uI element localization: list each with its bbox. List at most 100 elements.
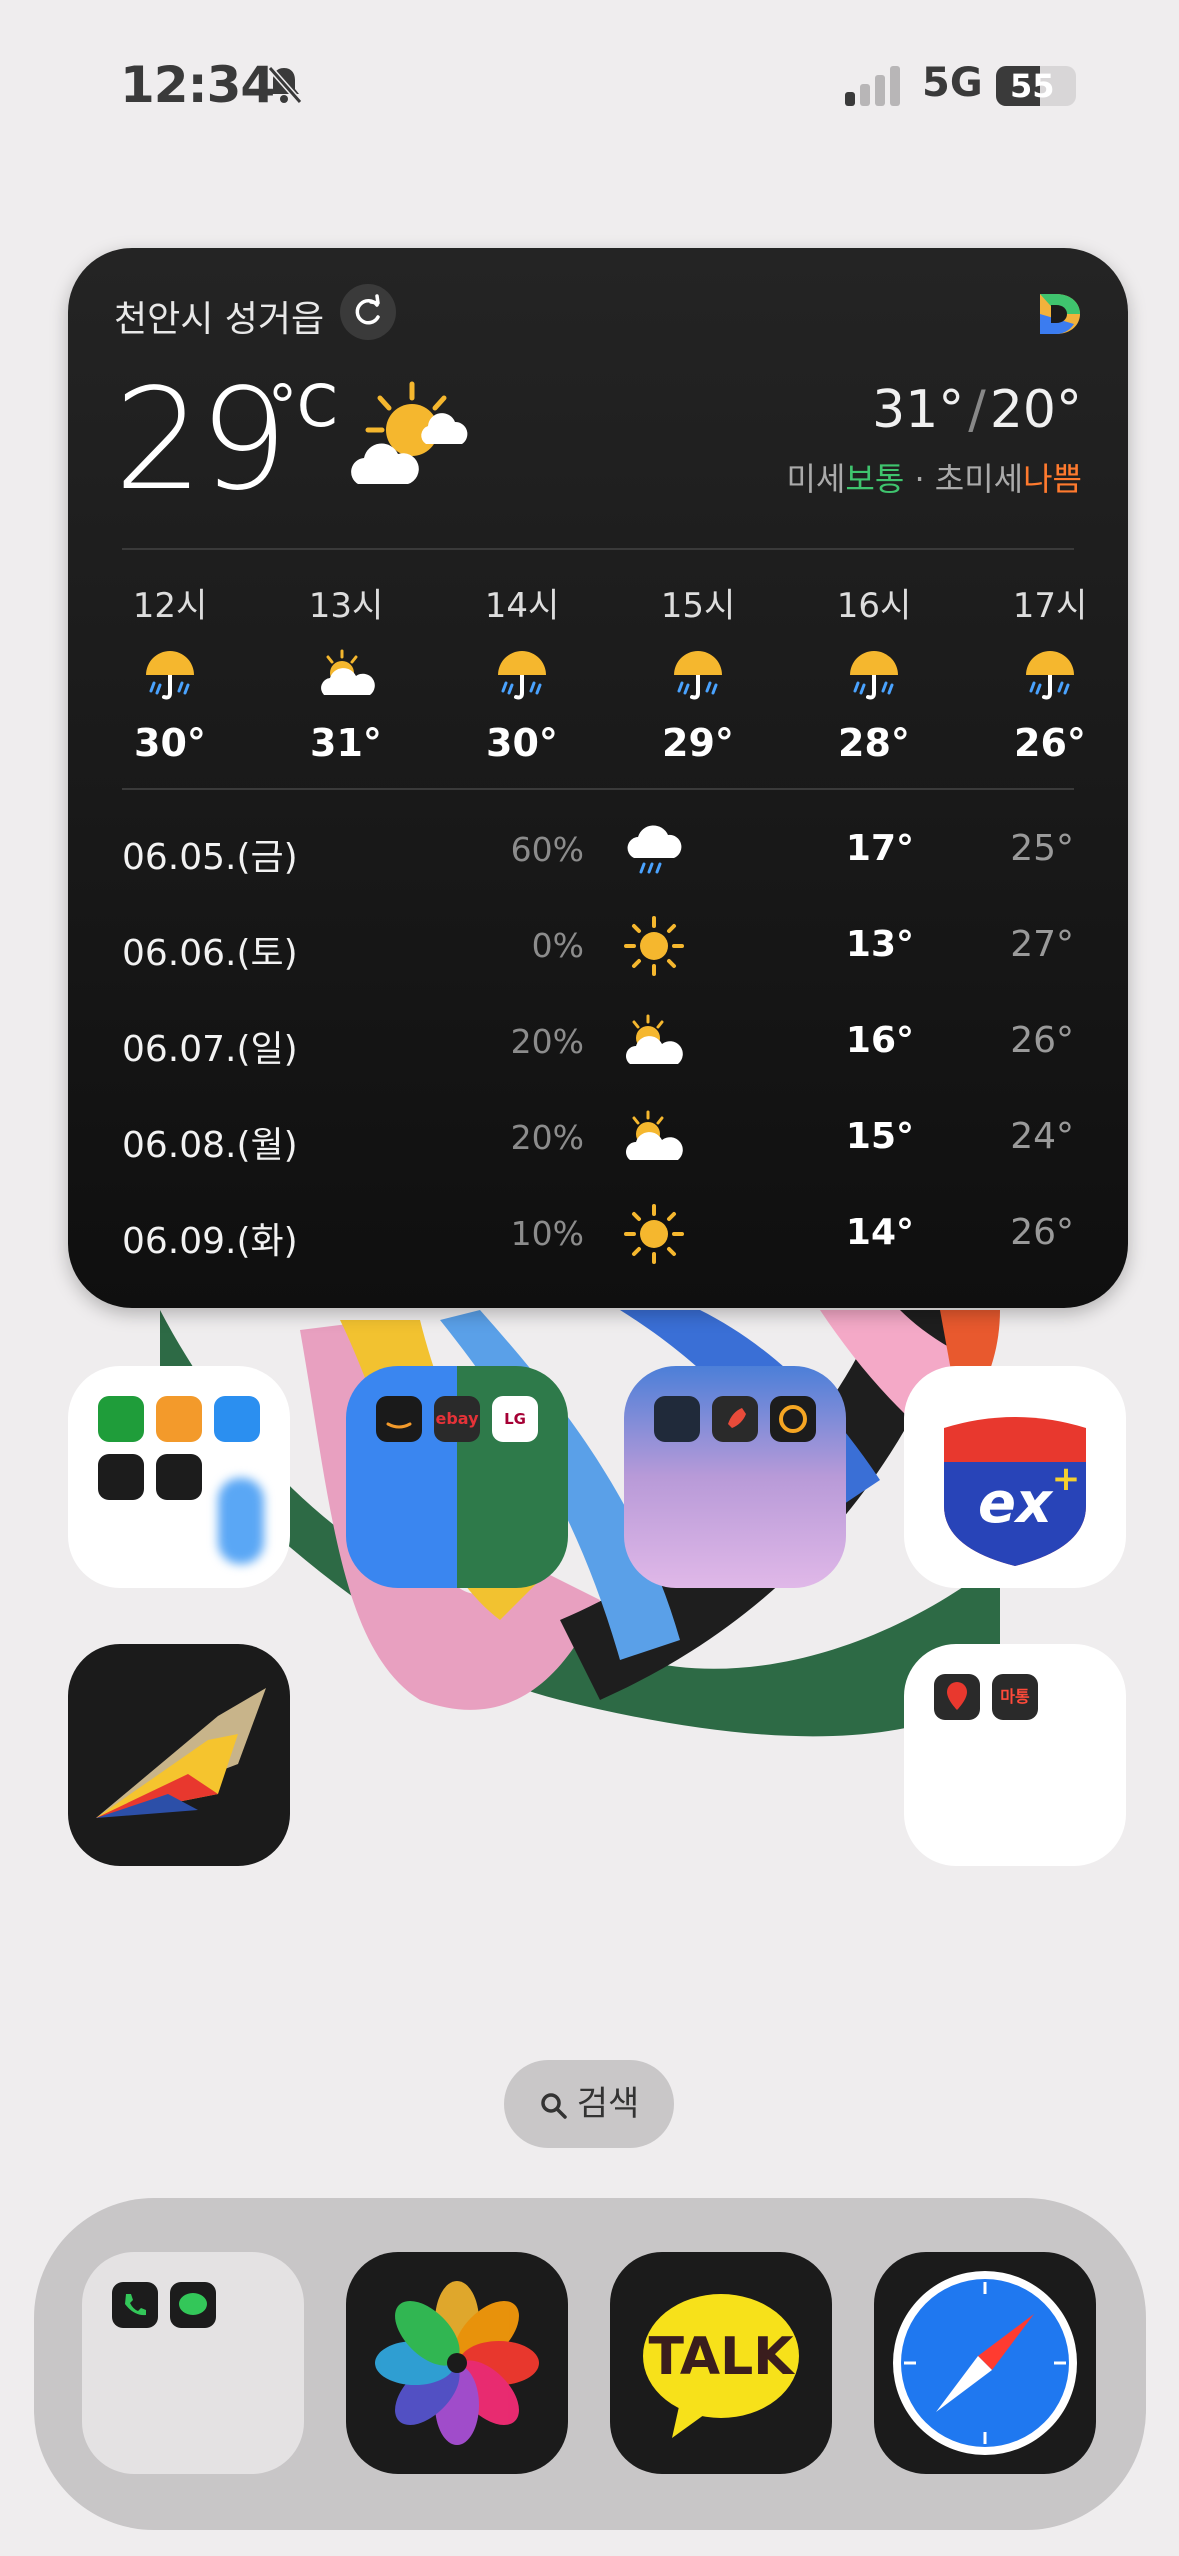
lg-icon: LG: [492, 1396, 538, 1442]
day-high: 24°: [1010, 1116, 1074, 1157]
weather-app-logo-icon: [1040, 294, 1080, 334]
today-high: 31°: [872, 380, 965, 440]
day-date: 06.09.(화): [122, 1221, 298, 1262]
hour-label: 16시: [836, 586, 912, 626]
daily-row: 06.07.(일) 20% 16° 26°: [122, 1004, 1074, 1084]
shortcuts-icon: [98, 1454, 144, 1500]
phone-icon: [112, 2282, 158, 2328]
refresh-icon: [355, 294, 380, 325]
day-low: 13°: [845, 924, 914, 965]
hour-temp: 26°: [1014, 721, 1086, 765]
battery-percent: 55: [1010, 67, 1055, 105]
search-icon: [540, 2092, 567, 2119]
talk-text: TALK: [648, 2327, 795, 2387]
day-date: 06.07.(일): [122, 1029, 298, 1070]
umbrella-rain-icon: [110, 645, 230, 705]
expressway-plus-app[interactable]: ex +: [904, 1366, 1126, 1588]
svg-text:+: +: [1052, 1459, 1081, 1499]
phone-messages-folder[interactable]: [82, 2252, 304, 2474]
day-high: 26°: [1010, 1212, 1074, 1253]
shopping-folder[interactable]: ebay LG: [346, 1366, 568, 1588]
hour-temp: 30°: [486, 721, 558, 765]
search-label: 검색: [576, 2084, 640, 2124]
day-date: 06.06.(토): [122, 933, 298, 974]
hour-temp: 29°: [662, 721, 734, 765]
weather-widget[interactable]: 천안시 성거읍 29 °C 31°/20° 미세보통 · 초미세나쁨 12시 3…: [68, 248, 1128, 1308]
umbrella-rain-icon: [814, 645, 934, 705]
kakaotalk-app[interactable]: TALK: [610, 2252, 832, 2474]
rain-chance: 10%: [510, 1214, 584, 1253]
network-type: 5G: [922, 60, 983, 106]
utilities-folder[interactable]: [624, 1366, 846, 1588]
daily-row: 06.06.(토) 0% 13° 27°: [122, 908, 1074, 988]
blurred-app-preview: [218, 1478, 264, 1564]
rain-chance: 0%: [531, 926, 584, 965]
current-temperature: 29: [114, 359, 288, 522]
daily-row: 06.05.(금) 60% 17° 25°: [122, 812, 1074, 892]
silent-bell-icon: [267, 66, 303, 104]
expressway-logo-icon: ex +: [944, 1417, 1086, 1566]
ma-tong-icon: 마통: [992, 1674, 1038, 1720]
partly-cloudy-icon: [626, 1110, 683, 1160]
pages-icon: [156, 1396, 202, 1442]
daily-row: 06.09.(화) 10% 14° 26°: [122, 1196, 1074, 1276]
partly-cloudy-icon: [286, 645, 406, 705]
day-high: 25°: [1010, 828, 1074, 869]
umbrella-rain-icon: [638, 645, 758, 705]
passwords-icon: [156, 1454, 202, 1500]
hour-label: 15시: [660, 586, 736, 626]
rocket-icon: [712, 1396, 758, 1442]
scanner-icon: [770, 1396, 816, 1442]
umbrella-rain-icon: [462, 645, 582, 705]
safari-app[interactable]: [874, 2252, 1096, 2474]
fine-dust-value: 보통: [845, 460, 905, 498]
ultrafine-dust-label: 초미세: [934, 460, 1024, 498]
ebay-icon: ebay: [434, 1396, 480, 1442]
day-high: 27°: [1010, 924, 1074, 965]
rain-chance: 20%: [510, 1118, 584, 1157]
hour-temp: 30°: [134, 721, 206, 765]
rain-cloud-icon: [627, 825, 682, 874]
compass-icon: [893, 2271, 1077, 2455]
hour-label: 17시: [1012, 586, 1088, 626]
search-button[interactable]: 검색: [504, 2060, 674, 2148]
day-date: 06.08.(월): [122, 1125, 298, 1166]
map-pin-icon: [934, 1674, 980, 1720]
clock: 12:34: [120, 56, 275, 114]
dock: TALK: [34, 2198, 1146, 2530]
keynote-icon: [214, 1396, 260, 1442]
ultrafine-dust-value: 나쁨: [1023, 460, 1082, 498]
day-high: 26°: [1010, 1020, 1074, 1061]
status-bar: 12:34 5G 55: [0, 0, 1179, 170]
divider: [122, 548, 1074, 550]
hour-label: 12시: [132, 586, 208, 626]
cellular-signal-icon: [845, 66, 900, 106]
numbers-icon: [98, 1396, 144, 1442]
day-low: 15°: [845, 1116, 914, 1157]
kakaotalk-bubble-icon: TALK: [643, 2294, 799, 2438]
asiana-airlines-app[interactable]: [68, 1644, 290, 1866]
korean-apps-folder[interactable]: 마통: [904, 1644, 1126, 1866]
photos-flower-icon: [375, 2281, 539, 2445]
hourly-item: 16시 28°: [814, 578, 934, 765]
messages-icon: [170, 2282, 216, 2328]
day-date: 06.05.(금): [122, 837, 298, 878]
umbrella-rain-icon: [990, 645, 1110, 705]
hour-label: 14시: [484, 586, 560, 626]
fine-dust-label: 미세: [786, 460, 846, 498]
day-low: 14°: [845, 1212, 914, 1253]
hour-label: 13시: [308, 586, 384, 626]
partly-cloudy-icon: [626, 1014, 683, 1064]
hourly-item: 12시 30°: [110, 578, 230, 765]
today-high-low: 31°/20°: [872, 380, 1082, 440]
weather-location: 천안시 성거읍: [114, 299, 325, 340]
refresh-button[interactable]: [340, 284, 396, 340]
air-quality: 미세보통 · 초미세나쁨: [786, 454, 1082, 500]
photos-app[interactable]: [346, 2252, 568, 2474]
daily-row: 06.08.(월) 20% 15° 24°: [122, 1100, 1074, 1180]
server-icon: [654, 1396, 700, 1442]
productivity-folder[interactable]: [68, 1366, 290, 1588]
expressway-text: ex: [978, 1471, 1054, 1536]
sun-icon: [624, 916, 684, 976]
amazon-icon: [376, 1396, 422, 1442]
